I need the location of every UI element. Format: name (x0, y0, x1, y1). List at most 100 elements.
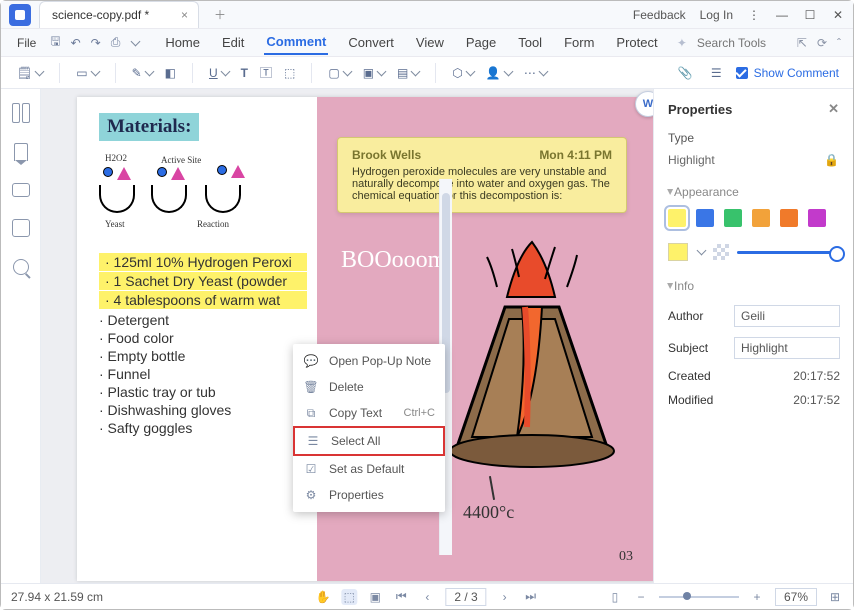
color-swatch[interactable] (752, 209, 770, 227)
stamp-approve-tool[interactable]: ⬡ (448, 63, 477, 83)
cloud-icon[interactable]: ⟳ (817, 36, 827, 50)
close-window-icon[interactable]: ✕ (831, 8, 845, 22)
checkbox-icon (736, 67, 748, 79)
color-swatch[interactable] (668, 209, 686, 227)
undo-icon[interactable]: ↶ (71, 36, 81, 50)
close-panel-icon[interactable]: ✕ (828, 101, 839, 117)
menu-page[interactable]: Page (464, 31, 498, 54)
callout-tool[interactable]: ⬚ (280, 63, 299, 83)
zoom-out-icon[interactable]: − (633, 589, 649, 605)
search-panel-icon[interactable] (13, 259, 29, 275)
attachment-tool[interactable]: ⋯ (520, 63, 551, 83)
feedback-link[interactable]: Feedback (633, 8, 686, 22)
page-indicator[interactable]: 2 / 3 (445, 588, 486, 606)
prev-page-icon[interactable]: ‹ (419, 589, 435, 605)
underline-tool[interactable]: U (205, 63, 233, 83)
select-tool-icon[interactable]: ⬚ (341, 589, 357, 605)
first-page-icon[interactable]: ⏮ (393, 589, 409, 605)
shape-rect-tool[interactable]: ▢ (324, 63, 354, 83)
ctx-copy-text[interactable]: ⧉Copy TextCtrl+C (293, 400, 445, 426)
ctx-open-pop-up-note[interactable]: 💬Open Pop-Up Note (293, 348, 445, 374)
note-tool[interactable]: 🗒 (13, 63, 47, 83)
menu-home[interactable]: Home (163, 31, 202, 54)
menu-tool[interactable]: Tool (516, 31, 544, 54)
color-dropdown-icon[interactable] (697, 246, 707, 256)
lock-icon[interactable]: 🔒 (824, 153, 839, 167)
bookmarks-icon[interactable] (14, 143, 28, 161)
word-export-icon[interactable]: W (635, 91, 653, 117)
appearance-section[interactable]: Appearance (668, 185, 839, 199)
wand-icon[interactable]: ✦ (677, 36, 687, 50)
color-swatch[interactable] (808, 209, 826, 227)
ctx-icon: ☰ (305, 433, 321, 449)
textbox-tool[interactable]: 🅃 (256, 61, 276, 84)
paperclip-icon[interactable]: 📎 (674, 63, 697, 83)
print-dropdown-icon[interactable] (131, 36, 141, 46)
kebab-menu-icon[interactable]: ⋮ (747, 8, 761, 22)
maximize-icon[interactable]: ☐ (803, 8, 817, 22)
highlighted-line[interactable]: · 1 Sachet Dry Yeast (powder (99, 272, 307, 290)
text-tool[interactable]: T (237, 63, 252, 83)
label-yeast: Yeast (105, 219, 125, 229)
document-tab[interactable]: science-copy.pdf * × (39, 1, 199, 28)
measure-tool[interactable]: ▤ (393, 63, 423, 83)
fit-page-icon[interactable]: ⊞ (827, 589, 843, 605)
color-swatch[interactable] (724, 209, 742, 227)
author-input[interactable] (734, 305, 840, 327)
signature-tool[interactable]: 👤 (482, 63, 516, 83)
new-tab-button[interactable]: ＋ (213, 8, 227, 22)
attachments-panel-icon[interactable] (12, 219, 30, 237)
ctx-set-as-default[interactable]: ☑Set as Default (293, 456, 445, 482)
last-page-icon[interactable]: ⏭ (523, 589, 539, 605)
expand-icon[interactable]: ˆ (837, 36, 841, 50)
pencil-tool[interactable]: ✎ (128, 63, 157, 83)
login-link[interactable]: Log In (700, 8, 733, 22)
ctx-properties[interactable]: ⚙Properties (293, 482, 445, 508)
zoom-slider[interactable] (659, 596, 739, 598)
fill-color-swatch[interactable] (668, 243, 688, 261)
color-swatch[interactable] (780, 209, 798, 227)
created-value: 20:17:52 (734, 369, 840, 383)
save-icon[interactable]: 🖫 (50, 32, 60, 53)
menu-protect[interactable]: Protect (614, 31, 659, 54)
thumbnails-icon[interactable] (12, 103, 30, 121)
info-section[interactable]: Info (668, 279, 839, 293)
single-page-icon[interactable]: ▯ (607, 589, 623, 605)
file-menu[interactable]: File (11, 36, 42, 50)
crop-tool-icon[interactable]: ▣ (367, 589, 383, 605)
label-reaction: Reaction (197, 219, 229, 229)
menu-form[interactable]: Form (562, 31, 596, 54)
minimize-icon[interactable]: — (775, 8, 789, 22)
hand-tool-icon[interactable]: ✋ (315, 589, 331, 605)
close-tab-icon[interactable]: × (181, 8, 188, 22)
opacity-slider[interactable] (737, 251, 839, 254)
label-activesite: Active Site (161, 155, 201, 165)
show-comment-toggle[interactable]: Show Comment (736, 66, 839, 80)
highlighted-line[interactable]: · 125ml 10% Hydrogen Peroxi (99, 253, 307, 271)
annotation-list-icon[interactable]: ☰ (707, 63, 726, 83)
print-icon[interactable]: ⎙ (111, 35, 121, 50)
highlighted-line[interactable]: · 4 tablespoons of warm wat (99, 291, 307, 309)
eraser-tool[interactable]: ◧ (161, 63, 180, 83)
menu-edit[interactable]: Edit (220, 31, 246, 54)
list-item: · Safty goggles (99, 419, 307, 437)
next-page-icon[interactable]: › (497, 589, 513, 605)
ctx-select-all[interactable]: ☰Select All (293, 426, 445, 456)
menu-comment[interactable]: Comment (264, 30, 328, 55)
highlight-tool[interactable]: ▭ (72, 63, 102, 83)
color-swatch[interactable] (696, 209, 714, 227)
tab-title: science-copy.pdf * (52, 8, 149, 22)
subject-input[interactable] (734, 337, 840, 359)
redo-icon[interactable]: ↷ (91, 36, 101, 50)
search-tools-input[interactable] (697, 36, 787, 50)
transparency-icon[interactable] (713, 244, 729, 260)
stamp-tool[interactable]: ▣ (359, 63, 389, 83)
comments-panel-icon[interactable] (12, 183, 30, 197)
popup-note[interactable]: Brook Wells Mon 4:11 PM Hydrogen peroxid… (337, 137, 627, 213)
share-icon[interactable]: ⇱ (797, 36, 807, 50)
ctx-delete[interactable]: 🗑Delete (293, 374, 445, 400)
zoom-in-icon[interactable]: + (749, 589, 765, 605)
menu-convert[interactable]: Convert (346, 31, 396, 54)
zoom-value[interactable]: 67% (775, 588, 817, 606)
menu-view[interactable]: View (414, 31, 446, 54)
